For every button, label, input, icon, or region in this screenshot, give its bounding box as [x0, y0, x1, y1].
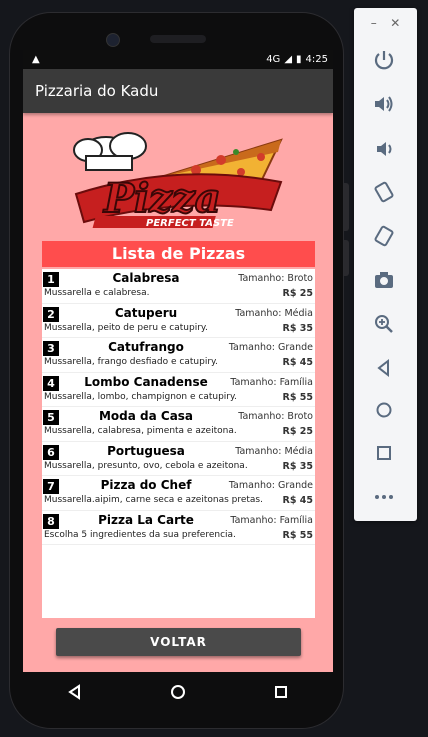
pizza-number: 4 [43, 375, 59, 391]
pizza-size: Tamanho: Broto [238, 411, 313, 422]
status-time: 4:25 [305, 54, 328, 65]
pizza-price: R$ 45 [282, 357, 313, 368]
pizza-size: Tamanho: Média [235, 307, 313, 319]
app-bar: Pizzaria do Kadu [23, 69, 333, 113]
pizza-name: Calabresa [112, 271, 180, 285]
pizza-price: R$ 55 [282, 391, 313, 403]
list-header: Lista de Pizzas [42, 241, 315, 267]
pizza-name: Moda da Casa [98, 409, 194, 423]
pizza-logo: Pizza PERFECT TASTE [73, 132, 283, 229]
pizza-name: Portuguesa [107, 443, 185, 458]
logo-wordmark: Pizza [103, 175, 221, 222]
pizza-number: 8 [43, 513, 59, 529]
power-icon[interactable] [372, 48, 396, 72]
pizza-price: R$ 45 [282, 495, 313, 506]
pizza-row[interactable]: 8 Pizza La Carte Tamanho: Família Escolh… [42, 511, 315, 545]
close-icon[interactable]: ✕ [390, 16, 400, 30]
pizza-description: Mussarella, frango desfiado e catupiry. [44, 357, 218, 367]
pizza-row[interactable]: 2 Catuperu Tamanho: Média Mussarella, pe… [42, 304, 315, 338]
pizza-row[interactable]: 4 Lombo Canadense Tamanho: Família Mussa… [42, 373, 315, 407]
speaker [150, 35, 206, 43]
back-icon[interactable] [372, 356, 396, 380]
pizza-description: Mussarella, presunto, ovo, cebola e azei… [44, 460, 248, 471]
pizza-size: Tamanho: Grande [228, 342, 313, 353]
pizza-name: Pizza do Chef [100, 478, 192, 492]
pizza-description: Mussarella.aipim, carne seca e azeitonas… [44, 495, 263, 505]
pizza-number: 6 [43, 444, 59, 460]
pizza-number: 2 [43, 306, 59, 322]
pizza-price: R$ 55 [282, 529, 313, 541]
pizza-description: Mussarella, calabresa, pimenta e azeiton… [44, 426, 237, 436]
pizza-size: Tamanho: Broto [238, 273, 313, 284]
camera-icon[interactable] [372, 268, 396, 292]
power-button[interactable] [344, 240, 349, 276]
pizza-row[interactable]: 6 Portuguesa Tamanho: Média Mussarella, … [42, 442, 315, 476]
volume-up-icon[interactable] [372, 92, 396, 116]
app-title: Pizzaria do Kadu [35, 82, 159, 100]
pizza-description: Mussarella e calabresa. [44, 288, 150, 298]
volume-down-icon[interactable] [372, 137, 396, 161]
zoom-icon[interactable] [372, 312, 396, 336]
pizza-name: Pizza La Carte [98, 512, 194, 527]
pizza-row[interactable]: 5 Moda da Casa Tamanho: Broto Mussarella… [42, 407, 315, 442]
pizza-number: 1 [43, 272, 59, 287]
signal-icon: ◢ [284, 54, 293, 65]
battery-icon: ▮ [296, 54, 302, 65]
android-nav-bar [23, 672, 333, 712]
overview-icon[interactable] [372, 441, 396, 465]
pizza-number: 5 [43, 410, 59, 425]
emulator-toolbar: – ✕ [354, 8, 417, 521]
pizza-price: R$ 35 [282, 322, 313, 334]
rotate-right-icon[interactable] [372, 224, 396, 248]
warning-icon: ▲ [32, 54, 40, 65]
pizza-size: Tamanho: Média [235, 445, 313, 457]
pizza-name: Lombo Canadense [84, 374, 208, 389]
pizza-name: Catufrango [108, 340, 184, 354]
pizza-price: R$ 35 [282, 460, 313, 472]
pizza-row[interactable]: 7 Pizza do Chef Tamanho: Grande Mussarel… [42, 476, 315, 511]
pizza-number: 3 [43, 341, 59, 356]
voltar-button[interactable]: VOLTAR [56, 628, 301, 656]
pizza-row[interactable]: 1 Calabresa Tamanho: Broto Mussarella e … [42, 269, 315, 304]
nav-overview-icon[interactable] [273, 684, 289, 700]
pizza-size: Tamanho: Família [230, 376, 313, 388]
pizza-row[interactable]: 3 Catufrango Tamanho: Grande Mussarella,… [42, 338, 315, 373]
pizza-size: Tamanho: Família [230, 514, 313, 526]
network-label: 4G [266, 54, 281, 65]
nav-home-icon[interactable] [170, 684, 186, 700]
pizza-size: Tamanho: Grande [228, 480, 313, 491]
pizza-number: 7 [43, 479, 59, 494]
pizza-name: Catuperu [114, 305, 178, 320]
volume-button[interactable] [344, 183, 349, 231]
home-icon[interactable] [372, 398, 396, 422]
logo-tagline: PERFECT TASTE [146, 218, 234, 229]
pizza-description: Mussarella, lombo, champignon e catupiry… [44, 391, 237, 402]
status-bar: ▲ 4G ◢ ▮ 4:25 [23, 50, 333, 69]
pizza-description: Escolha 5 ingredientes da sua preferenci… [44, 529, 236, 540]
nav-back-icon[interactable] [67, 684, 83, 700]
pizza-description: Mussarella, peito de peru e catupiry. [44, 322, 208, 333]
pizza-list[interactable]: 1 Calabresa Tamanho: Broto Mussarella e … [42, 269, 315, 618]
more-icon[interactable] [372, 485, 396, 509]
front-camera [106, 33, 120, 47]
pizza-price: R$ 25 [282, 288, 313, 299]
minimize-icon[interactable]: – [371, 16, 377, 30]
app-screen: ▲ 4G ◢ ▮ 4:25 Pizzaria do Kadu Pizza PER… [23, 50, 333, 672]
rotate-left-icon[interactable] [372, 180, 396, 204]
pizza-price: R$ 25 [282, 426, 313, 437]
